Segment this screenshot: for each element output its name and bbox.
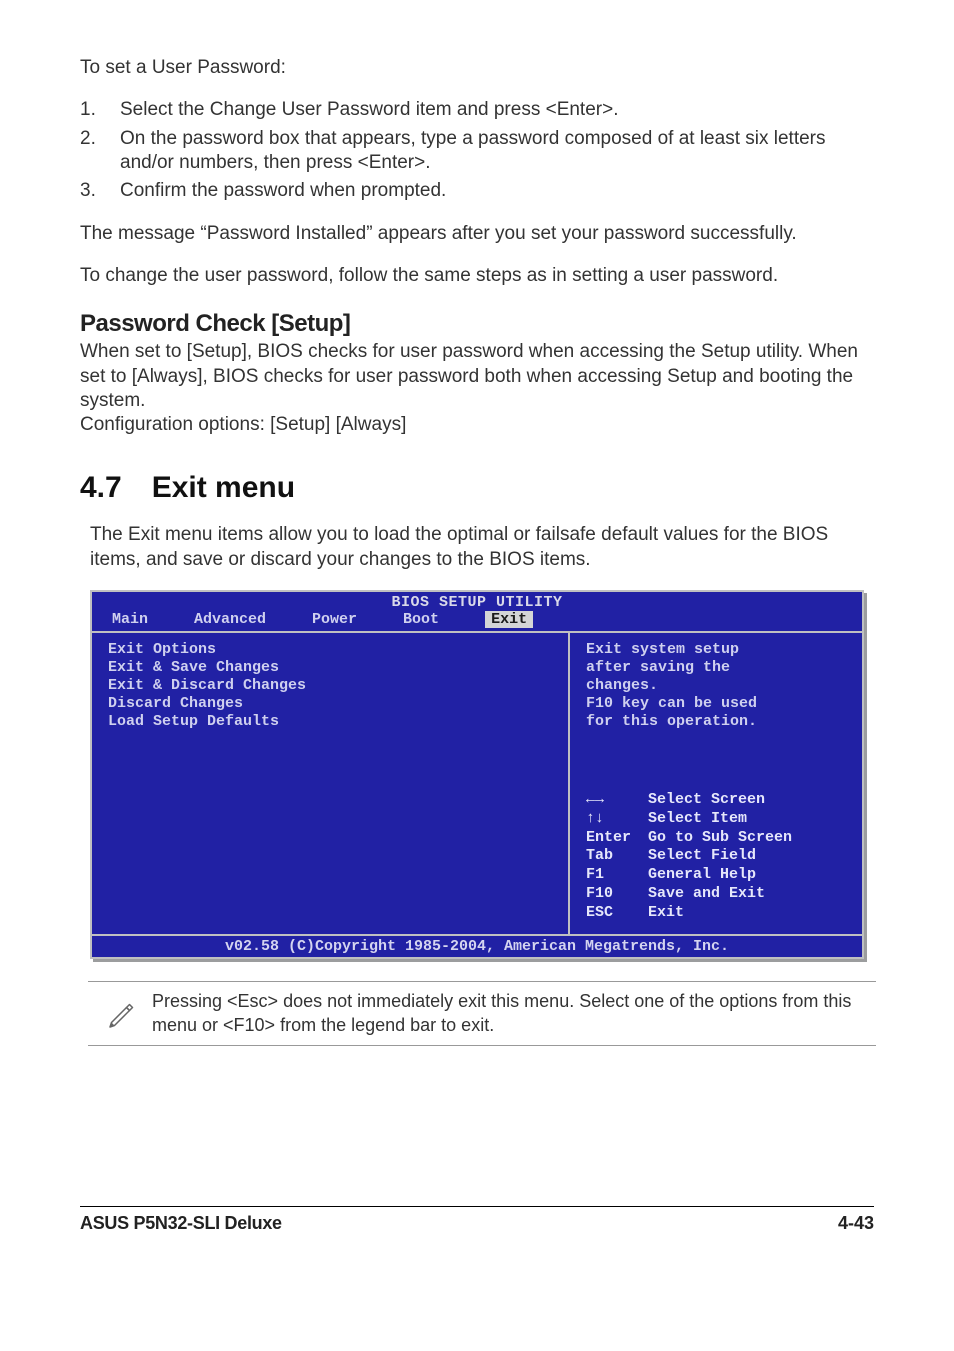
paragraph-change: To change the user password, follow the …: [80, 264, 874, 288]
intro-text: To set a User Password:: [80, 56, 874, 80]
list-number: 3.: [80, 179, 120, 203]
exit-body: The Exit menu items allow you to load th…: [90, 523, 874, 572]
bios-footer: v02.58 (C)Copyright 1985-2004, American …: [92, 934, 862, 957]
list-text: On the password box that appears, type a…: [120, 127, 874, 176]
key-label: ↑↓: [586, 810, 648, 829]
bios-tab-advanced[interactable]: Advanced: [194, 611, 266, 628]
pwcheck-heading: Password Check [Setup]: [80, 310, 874, 338]
bios-right-pane: Exit system setup after saving the chang…: [570, 633, 862, 934]
bios-tabs: Main Advanced Power Boot Exit: [92, 611, 862, 631]
bios-menu-item[interactable]: Exit & Save Changes: [108, 659, 552, 677]
list-number: 1.: [80, 98, 120, 122]
key-label: Tab: [586, 847, 648, 866]
bios-tab-exit[interactable]: Exit: [485, 611, 533, 628]
bios-left-pane: Exit Options Exit & Save Changes Exit & …: [92, 633, 570, 934]
pencil-icon: [92, 990, 152, 1030]
list-item: 1. Select the Change User Password item …: [80, 98, 874, 122]
key-desc: General Help: [648, 866, 756, 885]
bios-info: Exit system setup: [586, 641, 846, 659]
key-label: F10: [586, 885, 648, 904]
exit-heading: 4.7 Exit menu: [80, 471, 874, 505]
bios-menu-item[interactable]: Exit & Discard Changes: [108, 677, 552, 695]
footer-product: ASUS P5N32-SLI Deluxe: [80, 1213, 282, 1234]
key-desc: Go to Sub Screen: [648, 829, 792, 848]
key-label: F1: [586, 866, 648, 885]
pwcheck-body2: Configuration options: [Setup] [Always]: [80, 413, 874, 437]
key-label: Enter: [586, 829, 648, 848]
key-desc: Exit: [648, 904, 684, 923]
bios-title: BIOS SETUP UTILITY: [92, 592, 862, 611]
bios-tab-boot[interactable]: Boot: [403, 611, 439, 628]
bios-info: changes.: [586, 677, 846, 695]
key-label: ESC: [586, 904, 648, 923]
bios-info: for this operation.: [586, 713, 846, 731]
key-desc: Select Screen: [648, 791, 765, 810]
paragraph-installed: The message “Password Installed” appears…: [80, 222, 874, 246]
note-text: Pressing <Esc> does not immediately exit…: [152, 990, 872, 1037]
bios-info: after saving the: [586, 659, 846, 677]
bios-tab-power[interactable]: Power: [312, 611, 357, 628]
key-desc: Select Field: [648, 847, 756, 866]
list-item: 2. On the password box that appears, typ…: [80, 127, 874, 176]
footer-page-number: 4-43: [838, 1213, 874, 1234]
list-number: 2.: [80, 127, 120, 176]
bios-window: BIOS SETUP UTILITY Main Advanced Power B…: [90, 590, 864, 959]
pwcheck-body1: When set to [Setup], BIOS checks for use…: [80, 340, 874, 413]
bios-info: F10 key can be used: [586, 695, 846, 713]
list-item: 3. Confirm the password when prompted.: [80, 179, 874, 203]
steps-list: 1. Select the Change User Password item …: [80, 98, 874, 203]
page-footer: ASUS P5N32-SLI Deluxe 4-43: [80, 1206, 874, 1234]
list-text: Select the Change User Password item and…: [120, 98, 874, 122]
note-block: Pressing <Esc> does not immediately exit…: [88, 981, 876, 1046]
bios-menu-item[interactable]: Load Setup Defaults: [108, 713, 552, 731]
bios-help-legend: ←→Select Screen ↑↓Select Item EnterGo to…: [586, 791, 846, 922]
key-desc: Save and Exit: [648, 885, 765, 904]
key-label: ←→: [586, 791, 648, 810]
bios-row: Exit Options: [108, 641, 552, 659]
bios-menu-item[interactable]: Discard Changes: [108, 695, 552, 713]
key-desc: Select Item: [648, 810, 747, 829]
list-text: Confirm the password when prompted.: [120, 179, 874, 203]
bios-tab-main[interactable]: Main: [112, 611, 148, 628]
